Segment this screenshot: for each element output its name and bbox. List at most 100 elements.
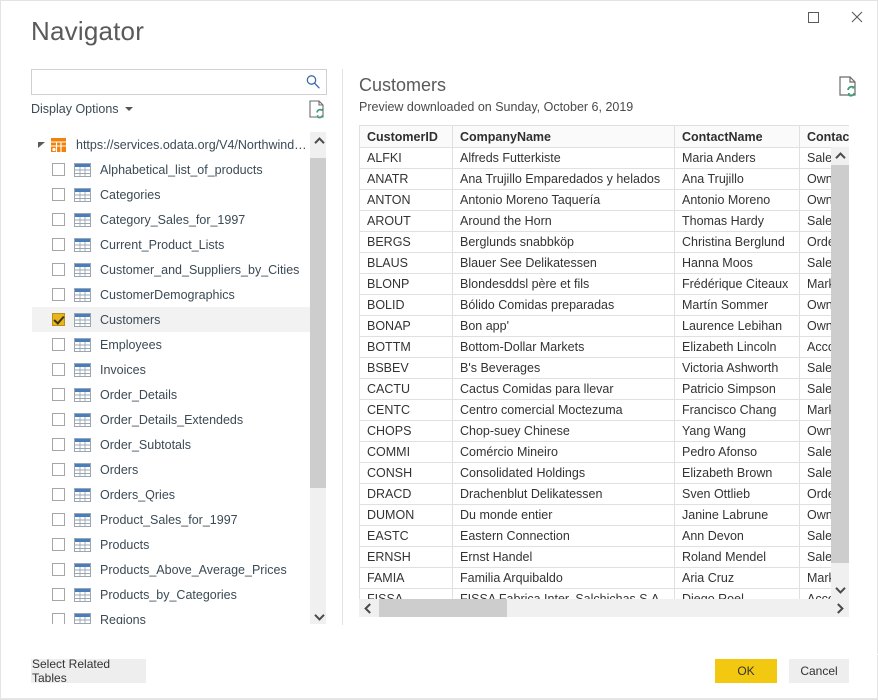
tree-item-checkbox[interactable]	[52, 463, 65, 476]
table-row[interactable]: EASTCEastern ConnectionAnn DevonSales Ag…	[359, 525, 849, 547]
tree-item-checkbox[interactable]	[52, 513, 65, 526]
tree-item-products-above-average-prices[interactable]: Products_Above_Average_Prices	[32, 557, 310, 582]
tree-item-customer-and-suppliers-by-cities[interactable]: Customer_and_Suppliers_by_Cities	[32, 257, 310, 282]
search-box[interactable]	[31, 69, 327, 95]
tree-item-checkbox[interactable]	[52, 288, 65, 301]
tree-item-checkbox[interactable]	[52, 263, 65, 276]
table-icon	[74, 412, 91, 427]
tree-scroll-up-button[interactable]	[310, 132, 326, 150]
preview-scroll-left-button[interactable]	[359, 599, 377, 617]
tree-item-checkbox[interactable]	[52, 188, 65, 201]
tree-item-checkbox[interactable]	[52, 438, 65, 451]
table-icon	[74, 212, 91, 227]
preview-scroll-thumb[interactable]	[831, 165, 849, 563]
tree-item-customers[interactable]: Customers	[32, 307, 310, 332]
table-cell: DUMON	[359, 504, 453, 526]
preview-horizontal-scrollbar[interactable]	[359, 599, 849, 617]
table-row[interactable]: CACTU Cactus Comidas para llevar Patricio …	[359, 378, 849, 400]
tree-item-checkbox[interactable]	[52, 388, 65, 401]
tree-item-checkbox[interactable]	[52, 538, 65, 551]
tree-item-checkbox[interactable]	[52, 363, 65, 376]
close-button[interactable]	[835, 1, 878, 33]
preview-scroll-down-button[interactable]	[831, 581, 849, 599]
tree-item-checkbox[interactable]	[52, 413, 65, 426]
chevron-down-icon[interactable]	[125, 107, 133, 111]
tree-item-regions[interactable]: Regions	[32, 607, 310, 625]
table-row[interactable]: ALFKI Alfreds Futterkiste Maria Anders Sale…	[359, 147, 849, 169]
tree-vertical-scrollbar[interactable]	[310, 132, 326, 624]
tree-item-checkbox[interactable]	[52, 338, 65, 351]
maximize-button[interactable]	[791, 1, 835, 33]
table-row[interactable]: DUMON Du monde entier Janine Labrune Owner	[359, 504, 849, 526]
table-row[interactable]: ANATR Ana Trujillo Emparedados y helados A…	[359, 168, 849, 190]
table-cell: Elizabeth Brown	[674, 462, 800, 484]
table-row[interactable]: ANTON Antonio Moreno Taquería Antonio More…	[359, 189, 849, 211]
tree-item-order-details-extendeds[interactable]: Order_Details_Extendeds	[32, 407, 310, 432]
column-header[interactable]: CustomerID	[359, 125, 453, 148]
table-cell: FAMIA	[359, 567, 453, 589]
table-row[interactable]: BERGS Berglunds snabbköp Christina Berglun…	[359, 231, 849, 253]
table-row[interactable]: BOLID Bólido Comidas preparadas Martín Som…	[359, 294, 849, 316]
table-row[interactable]: BONAP Bon app' Laurence Lebihan Owner	[359, 315, 849, 337]
preview-vertical-scrollbar[interactable]	[831, 147, 849, 599]
table-cell: COMMI	[359, 441, 453, 463]
table-row[interactable]: BLAUS Blauer See Delikatessen Hanna Moos Sa…	[359, 252, 849, 274]
table-row[interactable]: CENTC Centro comercial Moctezuma Francisco…	[359, 399, 849, 421]
tree-item-category-sales-for-1997[interactable]: Category_Sales_for_1997	[32, 207, 310, 232]
tree-item-invoices[interactable]: Invoices	[32, 357, 310, 382]
display-options-dropdown[interactable]: Display Options	[31, 102, 119, 116]
tree-item-checkbox[interactable]	[52, 563, 65, 576]
tree-item-products-by-categories[interactable]: Products_by_Categories	[32, 582, 310, 607]
tree-item-product-sales-for-1997[interactable]: Product_Sales_for_1997	[32, 507, 310, 532]
tree-item-label: Order_Details_Extendeds	[100, 412, 244, 427]
table-cell: B's Beverages	[452, 357, 675, 379]
tree-item-order-details[interactable]: Order_Details	[32, 382, 310, 407]
tree-item-orders[interactable]: Orders	[32, 457, 310, 482]
tree-item-checkbox[interactable]	[52, 488, 65, 501]
preview-grid-wrapper: CustomerIDCompanyNameContactNameContactT…	[359, 125, 849, 617]
table-row[interactable]: FAMIAFamilia ArquibaldoAria CruzMarketin…	[359, 567, 849, 589]
column-header[interactable]: ContactName	[674, 125, 800, 148]
preview-scroll-right-button[interactable]	[831, 599, 849, 617]
refresh-document-icon[interactable]	[837, 75, 859, 99]
tree-item-current-product-lists[interactable]: Current_Product_Lists	[32, 232, 310, 257]
tree-item-checkbox[interactable]	[52, 313, 65, 326]
table-row[interactable]: COMMIComércio MineiroPedro AfonsoSales A…	[359, 441, 849, 463]
table-row[interactable]: CONSH Consolidated Holdings Elizabeth Brow…	[359, 462, 849, 484]
tree-item-categories[interactable]: Categories	[32, 182, 310, 207]
table-row[interactable]: CHOPS Chop-suey Chinese Yang Wang Owner	[359, 420, 849, 442]
tree-item-employees[interactable]: Employees	[32, 332, 310, 357]
tree-item-checkbox[interactable]	[52, 588, 65, 601]
tree-item-checkbox[interactable]	[52, 613, 65, 624]
tree-item-checkbox[interactable]	[52, 163, 65, 176]
tree-item-alphabetical-list-of-products[interactable]: Alphabetical_list_of_products	[32, 157, 310, 182]
tree-item-order-subtotals[interactable]: Order_Subtotals	[32, 432, 310, 457]
tree-item-customerdemographics[interactable]: CustomerDemographics	[32, 282, 310, 307]
column-header[interactable]: CompanyName	[452, 125, 675, 148]
table-row[interactable]: BLONP Blondesddsl père et fils Frédérique …	[359, 273, 849, 295]
cancel-button[interactable]: Cancel	[789, 659, 849, 683]
table-row[interactable]: BOTTM Bottom-Dollar Markets Elizabeth Linc…	[359, 336, 849, 358]
tree-item-products[interactable]: Products	[32, 532, 310, 557]
search-input[interactable]	[32, 70, 300, 94]
tree-item-checkbox[interactable]	[52, 213, 65, 226]
table-cell: Bottom-Dollar Markets	[452, 336, 675, 358]
search-icon[interactable]	[304, 73, 322, 91]
tree-item-checkbox[interactable]	[52, 238, 65, 251]
table-row[interactable]: ERNSHErnst HandelRoland MendelSales Mana…	[359, 546, 849, 568]
column-header[interactable]: ContactTitle	[799, 125, 849, 148]
ok-button[interactable]: OK	[715, 659, 777, 683]
table-row[interactable]: BSBEV B's Beverages Victoria Ashworth Sales…	[359, 357, 849, 379]
table-row[interactable]: AROUTAround the HornThomas HardySales Re…	[359, 210, 849, 232]
preview-hscroll-thumb[interactable]	[379, 599, 507, 617]
tree-root-node[interactable]: https://services.odata.org/V4/Northwind/…	[32, 132, 310, 157]
tree-scroll-down-button[interactable]	[310, 608, 326, 624]
table-row[interactable]: DRACD Drachenblut Delikatessen Sven Ottlie…	[359, 483, 849, 505]
tree-item-orders-qries[interactable]: Orders_Qries	[32, 482, 310, 507]
preview-scroll-up-button[interactable]	[831, 147, 849, 165]
tree-scroll-thumb[interactable]	[310, 158, 326, 488]
select-related-tables-button[interactable]: Select Related Tables	[31, 657, 146, 685]
expander-collapse-icon[interactable]	[34, 138, 48, 152]
refresh-document-icon[interactable]	[307, 99, 327, 121]
